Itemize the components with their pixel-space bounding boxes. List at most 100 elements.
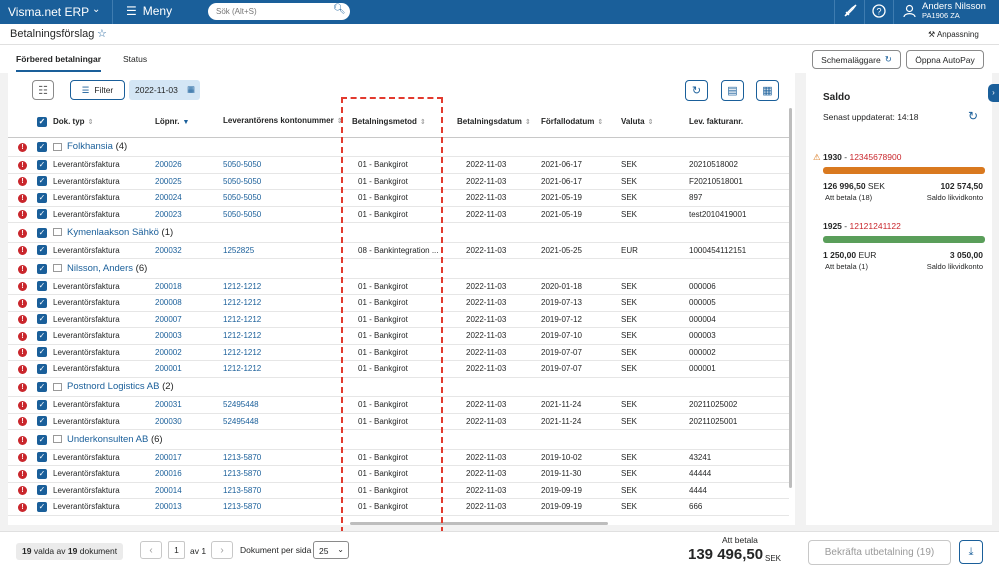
cell-vendor-account[interactable]: 5050-5050	[221, 206, 347, 223]
table-row[interactable]: ! ✓ Leverantörsfaktura 200017 1213-5870 01 - …	[8, 449, 789, 466]
row-checkbox[interactable]: ✓	[37, 176, 47, 187]
table-row[interactable]: ! ✓ Leverantörsfaktura 200003 1212-1212 01 - …	[8, 327, 789, 345]
group-checkbox[interactable]: ✓	[37, 263, 47, 274]
cell-serial-number[interactable]: 200014	[153, 482, 221, 499]
help-icon[interactable]: ?	[872, 4, 886, 21]
cell-vendor-account[interactable]: 1212-1212	[221, 327, 347, 345]
table-row[interactable]: ! ✓ Leverantörsfaktura 200016 1213-5870 01 - …	[8, 465, 789, 483]
search-input[interactable]	[208, 3, 350, 20]
cell-serial-number[interactable]: 200001	[153, 360, 221, 378]
schedule-calendar-icon[interactable]: ▤	[721, 80, 744, 101]
group-row[interactable]: ! ✓ Nilsson, Anders (6)	[8, 258, 789, 279]
row-checkbox[interactable]: ✓	[37, 314, 47, 325]
star-icon[interactable]: ☆	[97, 27, 107, 40]
grid-view-icon[interactable]: ▦	[756, 80, 779, 101]
cell-serial-number[interactable]: 200008	[153, 294, 221, 312]
rocket-icon[interactable]	[843, 4, 857, 21]
collapse-panel-icon[interactable]: ›	[988, 84, 999, 102]
cell-vendor-account[interactable]: 1212-1212	[221, 311, 347, 328]
cell-vendor-account[interactable]: 1212-1212	[221, 278, 347, 295]
row-checkbox[interactable]: ✓	[37, 245, 47, 256]
cell-serial-number[interactable]: 200031	[153, 396, 221, 414]
table-row[interactable]: ! ✓ Leverantörsfaktura 200024 5050-5050 01 - …	[8, 189, 789, 207]
col-due-date[interactable]: Förfallodatum ⇕	[539, 107, 619, 138]
row-checkbox[interactable]: ✓	[37, 281, 47, 292]
table-row[interactable]: ! ✓ Leverantörsfaktura 200002 1212-1212 01 - …	[8, 344, 789, 361]
menu-button[interactable]: ☰ Meny	[126, 4, 172, 18]
table-row[interactable]: ! ✓ Leverantörsfaktura 200025 5050-5050 01 - …	[8, 173, 789, 190]
horizontal-scrollbar[interactable]	[350, 522, 608, 525]
cell-vendor-account[interactable]: 1212-1212	[221, 344, 347, 361]
cell-vendor-account[interactable]: 5050-5050	[221, 189, 347, 207]
cell-serial-number[interactable]: 200018	[153, 278, 221, 295]
cell-serial-number[interactable]: 200013	[153, 498, 221, 516]
select-all-checkbox[interactable]: ✓	[37, 116, 47, 127]
cell-serial-number[interactable]: 200003	[153, 327, 221, 345]
group-checkbox[interactable]: ✓	[37, 142, 47, 153]
cell-vendor-account[interactable]: 1213-5870	[221, 449, 347, 466]
group-row[interactable]: ! ✓ Kymenlaakson Sähkö (1)	[8, 222, 789, 243]
filter-button[interactable]: ☰ Filter	[70, 80, 125, 100]
row-checkbox[interactable]: ✓	[37, 416, 47, 427]
cell-vendor-account[interactable]: 52495448	[221, 413, 347, 430]
row-checkbox[interactable]: ✓	[37, 347, 47, 358]
vertical-scrollbar[interactable]	[789, 108, 792, 488]
user-info[interactable]: Anders Nilsson PA1906 ZA	[922, 2, 986, 20]
per-page-select[interactable]: 25 ⌄	[313, 541, 349, 559]
scheduler-button[interactable]: Schemaläggare ↻	[812, 50, 901, 69]
chevron-down-icon[interactable]: ⌄	[92, 4, 100, 15]
row-checkbox[interactable]: ✓	[37, 159, 47, 170]
confirm-payment-button[interactable]: Bekräfta utbetalning (19)	[808, 540, 951, 565]
next-page-button[interactable]: ›	[211, 541, 233, 559]
cell-vendor-account[interactable]: 52495448	[221, 396, 347, 414]
download-icon[interactable]: ⤓	[959, 540, 983, 564]
col-payment-date[interactable]: Betalningsdatum ⇕	[449, 107, 539, 138]
cell-serial-number[interactable]: 200032	[153, 242, 221, 259]
row-checkbox[interactable]: ✓	[37, 468, 47, 479]
open-autopay-button[interactable]: Öppna AutoPay	[906, 50, 984, 69]
table-row[interactable]: ! ✓ Leverantörsfaktura 200013 1213-5870 01 - …	[8, 498, 789, 516]
cell-vendor-account[interactable]: 1212-1212	[221, 360, 347, 378]
row-checkbox[interactable]: ✓	[37, 209, 47, 220]
row-checkbox[interactable]: ✓	[37, 399, 47, 410]
table-row[interactable]: ! ✓ Leverantörsfaktura 200008 1212-1212 01 - …	[8, 294, 789, 312]
table-row[interactable]: ! ✓ Leverantörsfaktura 200001 1212-1212 01 - …	[8, 360, 789, 378]
row-checkbox[interactable]: ✓	[37, 330, 47, 341]
refresh-button[interactable]: ↻	[685, 80, 708, 101]
table-row[interactable]: ! ✓ Leverantörsfaktura 200014 1213-5870 01 - …	[8, 482, 789, 499]
cell-serial-number[interactable]: 200030	[153, 413, 221, 430]
cell-serial-number[interactable]: 200017	[153, 449, 221, 466]
row-checkbox[interactable]: ✓	[37, 485, 47, 496]
prev-page-button[interactable]: ‹	[140, 541, 162, 559]
vendor-name[interactable]: Folkhansia	[67, 141, 113, 152]
table-row[interactable]: ! ✓ Leverantörsfaktura 200007 1212-1212 01 - …	[8, 311, 789, 328]
row-checkbox[interactable]: ✓	[37, 363, 47, 374]
group-row[interactable]: ! ✓ Folkhansia (4)	[8, 137, 789, 157]
table-row[interactable]: ! ✓ Leverantörsfaktura 200032 1252825 08 - Ba…	[8, 242, 789, 259]
cell-serial-number[interactable]: 200023	[153, 206, 221, 223]
cell-vendor-account[interactable]: 5050-5050	[221, 156, 347, 174]
row-checkbox[interactable]: ✓	[37, 501, 47, 512]
column-chooser-icon[interactable]: ☷	[32, 80, 54, 100]
cell-vendor-account[interactable]: 1213-5870	[221, 482, 347, 499]
table-row[interactable]: ! ✓ Leverantörsfaktura 200030 52495448 01 - B…	[8, 413, 789, 430]
cell-serial-number[interactable]: 200026	[153, 156, 221, 174]
app-brand[interactable]: Visma.net ERP	[8, 5, 89, 19]
row-checkbox[interactable]: ✓	[37, 452, 47, 463]
cell-serial-number[interactable]: 200016	[153, 465, 221, 483]
page-number-input[interactable]: 1	[168, 541, 185, 559]
cell-serial-number[interactable]: 200024	[153, 189, 221, 207]
vendor-name[interactable]: Underkonsulten AB	[67, 434, 148, 445]
date-filter-chip[interactable]: 2022-11-03 ▦	[129, 80, 200, 100]
vendor-name[interactable]: Kymenlaakson Sähkö	[67, 227, 159, 238]
col-vendor-account[interactable]: Leverantörens kontonummer ⇕	[221, 107, 347, 138]
refresh-icon[interactable]: ↻	[968, 109, 978, 123]
tab-status[interactable]: Status	[123, 54, 147, 64]
table-row[interactable]: ! ✓ Leverantörsfaktura 200026 5050-5050 01 - …	[8, 156, 789, 174]
table-row[interactable]: ! ✓ Leverantörsfaktura 200018 1212-1212 01 - …	[8, 278, 789, 295]
vendor-name[interactable]: Nilsson, Anders	[67, 263, 133, 274]
cell-serial-number[interactable]: 200007	[153, 311, 221, 328]
cell-vendor-account[interactable]: 1252825	[221, 242, 347, 259]
group-checkbox[interactable]: ✓	[37, 227, 47, 238]
table-row[interactable]: ! ✓ Leverantörsfaktura 200031 52495448 01 - B…	[8, 396, 789, 414]
